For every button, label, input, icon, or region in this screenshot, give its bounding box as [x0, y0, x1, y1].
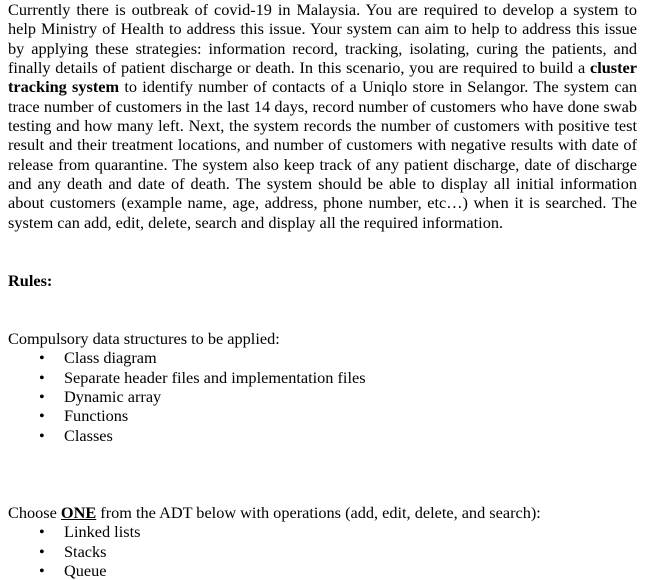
document-body: Currently there is outbreak of covid-19 …: [8, 0, 637, 580]
adt-instruction-line: Choose ONE from the ADT below with opera…: [8, 503, 637, 522]
bullet-point-icon: •: [39, 348, 45, 368]
emphasis-bold-underline-text: ONE: [60, 502, 97, 522]
compulsory-list-item-label: Dynamic array: [64, 386, 162, 406]
body-text-run: Currently there is outbreak of covid-19 …: [8, 0, 637, 78]
adt-list-item: • Queue: [8, 561, 637, 580]
compulsory-list-item-label: Class diagram: [64, 348, 157, 368]
compulsory-list-item: • Class diagram: [8, 348, 637, 367]
compulsory-list-item: • Separate header files and implementatio…: [8, 368, 637, 387]
compulsory-list-item-label: Separate header files and implementation…: [64, 367, 366, 387]
compulsory-list-item: • Functions: [8, 406, 637, 425]
body-text-run: to identify number of contacts of a Uniq…: [8, 77, 637, 232]
bullet-point-icon: •: [39, 560, 45, 580]
document-page: Currently there is outbreak of covid-19 …: [0, 0, 658, 580]
compulsory-list-item-label: Classes: [64, 425, 113, 445]
body-text-run: from the ADT below with operations (add,…: [96, 502, 541, 522]
adt-list-item-label: Linked lists: [64, 522, 141, 542]
compulsory-intro: Compulsory data structures to be applied…: [8, 328, 280, 348]
compulsory-list-item: • Classes: [8, 426, 637, 445]
compulsory-list-item: • Dynamic array: [8, 387, 637, 406]
intro-paragraph: Currently there is outbreak of covid-19 …: [8, 0, 637, 232]
compulsory-data-structures-list: • Class diagram • Separate header files and…: [8, 348, 637, 445]
body-text-run: Choose: [8, 502, 61, 522]
bullet-point-icon: •: [39, 386, 45, 406]
compulsory-list-item-label: Functions: [64, 406, 129, 426]
adt-list-item-label: Stacks: [64, 541, 107, 561]
bullet-point-icon: •: [39, 425, 45, 445]
adt-list-item: • Stacks: [8, 542, 637, 561]
rules-heading: Rules:: [8, 270, 53, 290]
adt-list-item-label: Queue: [64, 560, 107, 580]
bullet-point-icon: •: [39, 541, 45, 561]
bullet-point-icon: •: [39, 522, 45, 542]
adt-list-item: • Linked lists: [8, 522, 637, 541]
bullet-point-icon: •: [39, 367, 45, 387]
bullet-point-icon: •: [39, 406, 45, 426]
adt-list: • Linked lists • Stacks • Queue: [8, 522, 637, 580]
